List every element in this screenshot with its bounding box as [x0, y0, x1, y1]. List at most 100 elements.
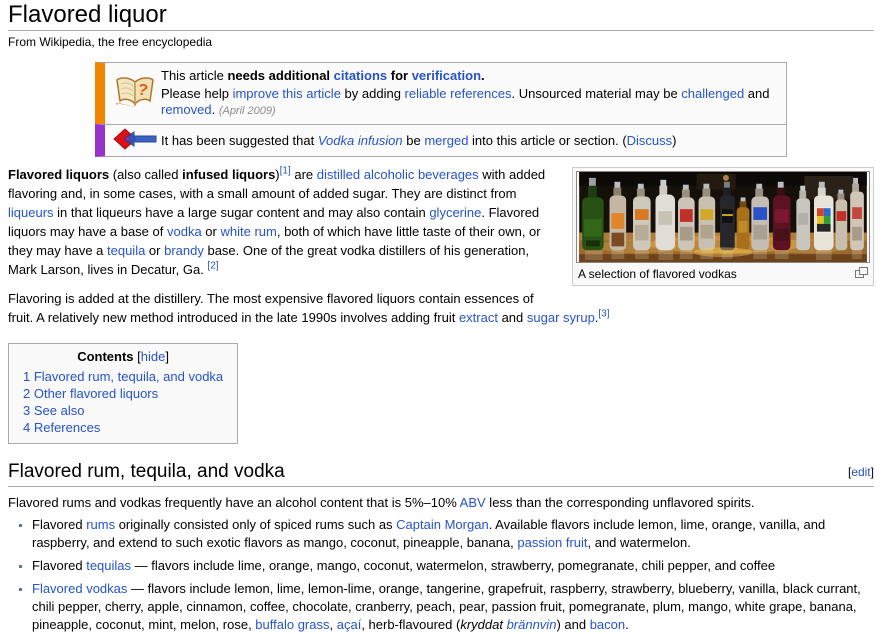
- inline-link[interactable]: citations: [334, 68, 387, 83]
- text-segment: in that liqueurs have a large sugar cont…: [53, 205, 430, 221]
- image-caption: A selection of flavored vodkas: [578, 267, 737, 282]
- section-heading: [edit] Flavored rum, tequila, and vodka: [8, 460, 874, 488]
- text-segment: (also called: [109, 167, 183, 183]
- text-segment: by adding: [340, 86, 405, 102]
- text-segment: originally consisted only of spiced rums…: [115, 517, 397, 533]
- toc-item-3[interactable]: 3 See also: [23, 402, 223, 419]
- citations-needed-notice: ? This article needs additional citation…: [95, 62, 787, 126]
- text-segment: ) and: [556, 617, 590, 633]
- toc-item-2[interactable]: 2 Other flavored liquors: [23, 385, 223, 402]
- site-subtitle: From Wikipedia, the free encyclopedia: [8, 35, 213, 50]
- text-segment: be: [402, 132, 425, 148]
- merge-notice-line1: It has been suggested that Vodka infusio…: [161, 133, 778, 149]
- text-segment: and: [744, 86, 770, 102]
- inline-link[interactable]: bacon: [590, 617, 625, 632]
- citations-notice-line1: This article needs additional citations …: [161, 68, 778, 84]
- citations-notice-line2: Please help improve this article by addi…: [161, 86, 778, 119]
- inline-link[interactable]: extract: [459, 310, 498, 325]
- inline-link[interactable]: ABV: [460, 495, 486, 510]
- inline-link[interactable]: removed: [161, 102, 212, 117]
- section-intro-paragraph: Flavored rums and vodkas frequently have…: [8, 494, 874, 512]
- text-segment: infused liquors: [182, 167, 276, 183]
- inline-link[interactable]: distilled alcoholic beverages: [317, 167, 479, 182]
- text-segment: ): [672, 132, 677, 148]
- article-notices: ? This article needs additional citation…: [95, 62, 787, 158]
- inline-link[interactable]: açaí: [337, 617, 362, 632]
- inline-link[interactable]: reliable references: [405, 86, 512, 101]
- lead-paragraph-2: Flavoring is added at the distillery. Th…: [8, 289, 874, 327]
- merge-arrow-icon: [109, 128, 161, 153]
- inline-link[interactable]: white rum: [220, 224, 276, 239]
- text-segment: This article: [161, 68, 228, 84]
- text-segment: into this article or section. (: [468, 132, 627, 148]
- reference-link[interactable]: [2]: [207, 261, 218, 272]
- text-segment: Flavored: [32, 517, 87, 533]
- toc-link[interactable]: 2 Other flavored liquors: [23, 386, 158, 401]
- inline-link[interactable]: Flavored vodkas: [32, 581, 127, 596]
- inline-link[interactable]: Captain Morgan: [396, 517, 489, 532]
- inline-link[interactable]: glycerine: [429, 205, 481, 220]
- toc-title: Contents: [77, 349, 134, 365]
- inline-link[interactable]: edit: [851, 465, 870, 479]
- text-segment: It has been suggested that: [161, 132, 318, 148]
- text-segment: Please help: [161, 86, 233, 102]
- toc-list: 1 Flavored rum, tequila, and vodka 2 Oth…: [23, 368, 223, 436]
- inline-link[interactable]: vodka: [167, 224, 202, 239]
- magnify-icon[interactable]: [855, 267, 868, 282]
- inline-link[interactable]: rums: [86, 517, 115, 532]
- inline-link[interactable]: tequila: [107, 243, 145, 258]
- text-segment: are: [290, 167, 317, 183]
- inline-link[interactable]: challenged: [681, 86, 744, 101]
- section-heading-text: Flavored rum, tequila, and vodka: [8, 461, 285, 483]
- text-segment: Flavored rums and vodkas frequently have…: [8, 495, 460, 511]
- flavors-list: Flavored rums originally consisted only …: [14, 516, 874, 634]
- text-segment: kryddat: [460, 617, 507, 633]
- flavored-vodkas-image[interactable]: [576, 171, 870, 264]
- toc-link[interactable]: 4 References: [23, 420, 100, 435]
- text-segment: Flavored: [32, 558, 87, 574]
- toc-item-1[interactable]: 1 Flavored rum, tequila, and vodka: [23, 368, 223, 385]
- text-segment: — flavors include lime, orange, mango, c…: [131, 558, 776, 574]
- text-segment: , herb-flavoured (: [361, 617, 461, 633]
- text-segment: Flavoring is added at the distillery. Th…: [8, 291, 534, 326]
- toc-hide-toggle[interactable]: [hide]: [137, 349, 169, 364]
- text-segment: or: [201, 224, 221, 240]
- toc-link[interactable]: 1 Flavored rum, tequila, and vodka: [23, 369, 223, 384]
- toc-link[interactable]: 3 See also: [23, 403, 84, 418]
- text-segment: ]: [165, 349, 169, 365]
- inline-link[interactable]: Discuss: [627, 133, 673, 148]
- text-segment: and: [497, 310, 527, 326]
- text-segment: .: [625, 617, 629, 633]
- list-item: Flavored tequilas — flavors include lime…: [32, 557, 874, 575]
- inline-link[interactable]: tequilas: [86, 558, 131, 573]
- question-book-icon: ?: [109, 74, 161, 113]
- inline-link[interactable]: buffalo grass: [255, 617, 329, 632]
- text-segment: less than the corresponding unflavored s…: [485, 495, 755, 511]
- reference-link[interactable]: [1]: [280, 166, 291, 177]
- inline-link[interactable]: liqueurs: [8, 205, 54, 220]
- text-segment: (April 2009): [218, 105, 276, 118]
- text-segment: ]: [870, 465, 874, 480]
- page-title: Flavored liquor: [8, 1, 874, 32]
- inline-link[interactable]: brännvin: [507, 617, 557, 632]
- text-segment: , and watermelon.: [587, 535, 691, 551]
- table-of-contents: Contents [hide] 1 Flavored rum, tequila,…: [8, 343, 239, 445]
- inline-link[interactable]: brandy: [164, 243, 204, 258]
- inline-link[interactable]: Vodka infusion: [318, 133, 403, 148]
- list-item: Flavored rums originally consisted only …: [32, 516, 874, 552]
- inline-link[interactable]: improve this article: [233, 86, 341, 101]
- inline-link[interactable]: sugar syrup: [527, 310, 595, 325]
- inline-link[interactable]: hide: [141, 349, 166, 364]
- text-segment: or: [145, 243, 165, 259]
- reference-link[interactable]: [3]: [598, 309, 609, 320]
- inline-link[interactable]: verification: [412, 68, 481, 83]
- text-segment: for: [387, 68, 412, 84]
- inline-link[interactable]: merged: [424, 133, 468, 148]
- toc-item-4[interactable]: 4 References: [23, 419, 223, 436]
- text-segment: Flavored liquors: [8, 167, 110, 183]
- edit-section-link[interactable]: [edit]: [848, 460, 874, 484]
- article-thumbnail[interactable]: A selection of flavored vodkas: [572, 167, 874, 287]
- text-segment: . Unsourced material may be: [511, 86, 682, 102]
- text-segment: .: [481, 68, 485, 84]
- inline-link[interactable]: passion fruit: [517, 535, 587, 550]
